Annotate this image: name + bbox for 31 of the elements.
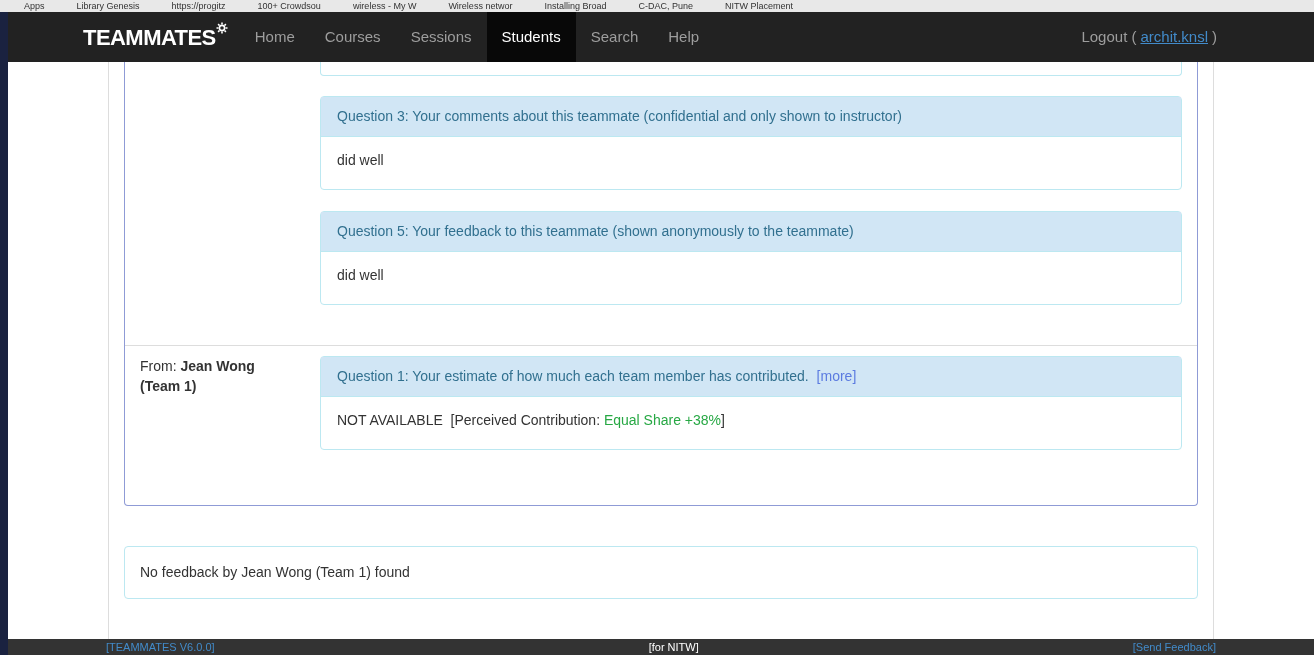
bookmark[interactable]: NITW Placement	[724, 0, 793, 12]
nav-tab[interactable]: Help	[653, 12, 715, 62]
user-link[interactable]: archit.knsl	[1140, 25, 1208, 49]
logout-link[interactable]: Logout (	[1081, 25, 1137, 49]
giver-label: From: Jean Wong (Team 1)	[140, 357, 256, 396]
answer-text: NOT AVAILABLE [Perceived Contribution: Equal Share +38%]	[336, 411, 726, 430]
answer-text: did well	[336, 266, 385, 285]
no-feedback-message: No feedback by Jean Wong (Team 1) found	[124, 546, 1198, 599]
bookmark[interactable]: wireless - My W	[352, 0, 417, 12]
bookmark[interactable]: C-DAC, Pune	[638, 0, 693, 12]
question-header: Question 3: Your comments about this teammate (confidential and only shown to instructor)	[321, 97, 1181, 137]
question-header: Question 1: Your estimate of how much each team member has contributed. [more]	[321, 357, 1181, 397]
nav-tab[interactable]: Courses	[309, 12, 396, 62]
question-header: Question 5: Your feedback to this teammate (shown anonymously to the teammate)	[321, 212, 1181, 252]
bookmark[interactable]: https://progitz	[171, 0, 226, 12]
bookmark[interactable]: Library Genesis	[76, 0, 140, 12]
version-link[interactable]: [TEAMMATES V6.0.0]	[106, 638, 215, 655]
nav-tab[interactable]: Home	[239, 12, 310, 62]
bookmark[interactable]: 100+ Crowdsou	[257, 0, 321, 12]
bookmark[interactable]: Apps	[24, 0, 45, 12]
gear-icon	[215, 21, 228, 34]
answer-text: did well	[336, 151, 385, 170]
bookmark[interactable]: Installing Broad	[544, 0, 607, 12]
brand-logo[interactable]: TEAMMATES	[83, 20, 228, 54]
nav-tab[interactable]: Search	[575, 12, 654, 62]
bookmark[interactable]: Wireless networ	[448, 0, 513, 12]
feedback-link[interactable]: [Send Feedback]	[1132, 638, 1216, 655]
nav-tab[interactable]: Sessions	[395, 12, 487, 62]
logout-link-end: )	[1212, 26, 1217, 47]
institute-label: [for NITW]	[648, 639, 699, 655]
nav-tab[interactable]: Students	[486, 12, 576, 62]
